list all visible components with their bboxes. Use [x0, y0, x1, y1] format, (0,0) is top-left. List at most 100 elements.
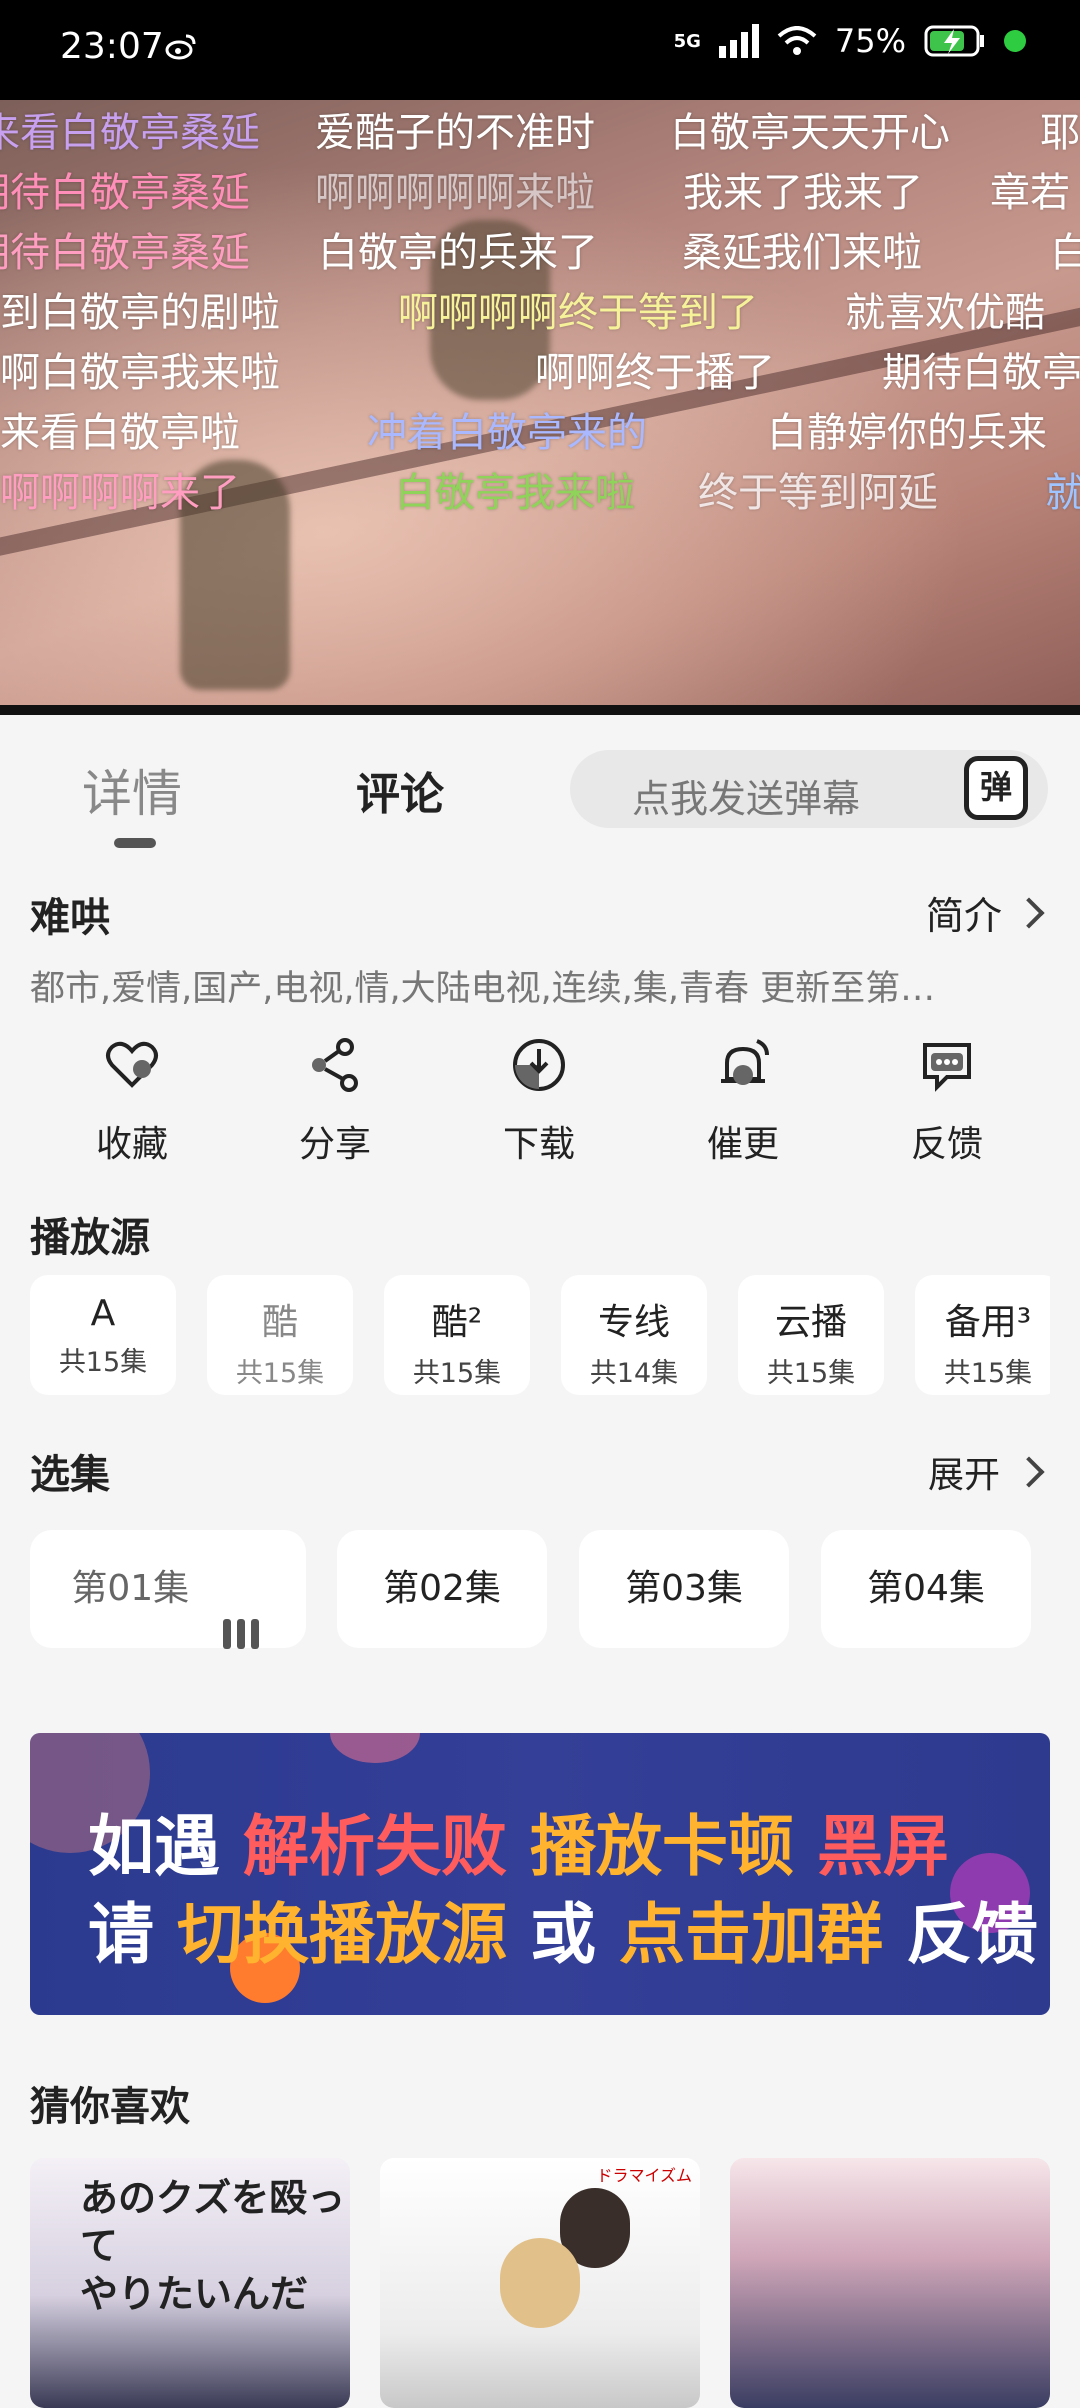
indicator-dot — [1004, 30, 1026, 52]
recommend-poster[interactable]: ドラマイズム — [380, 2158, 700, 2408]
danmaku-item: 啊啊终于播了 — [535, 350, 775, 396]
danmaku-input[interactable]: 点我发送弹幕 弹 — [570, 750, 1048, 828]
danmaku-item: 期待白敬亭 — [882, 350, 1080, 396]
expand-label: 展开 — [927, 1455, 1000, 1496]
urge-update-button[interactable]: 催更 — [678, 1035, 808, 1167]
danmaku-item: 啊啊啊啊终于等到了 — [398, 290, 758, 336]
favorite-button[interactable]: 收藏 — [67, 1035, 197, 1167]
status-bar: 23:07 5G 75% — [0, 0, 1080, 100]
danmaku-item: 白敬亭我来啦 — [395, 470, 635, 516]
action-label: 催更 — [706, 1124, 779, 1165]
sources-title: 播放源 — [30, 1215, 150, 1261]
heart-icon — [106, 1041, 158, 1088]
show-tags: 都市,爱情,国产,电视,情,大陆电视,连续,集,青春 更新至第… — [30, 969, 936, 1009]
battery-charging-icon — [924, 25, 984, 57]
banner-text: 反馈 — [905, 1896, 1038, 1973]
poster-figure — [500, 2238, 580, 2328]
show-title: 难哄 — [30, 895, 110, 941]
expand-button[interactable]: 展开 — [927, 1446, 1045, 1498]
source-list[interactable]: A 共15集 酷 共15集 酷² 共15集 专线 共14集 云播 共15集 备用… — [30, 1275, 1050, 1397]
poster-title-line: やりたいんだ — [80, 2272, 309, 2316]
chevron-right-icon — [1013, 896, 1045, 929]
source-name: 专线 — [597, 1302, 670, 1343]
source-item[interactable]: A 共15集 — [30, 1275, 176, 1395]
intro-button[interactable]: 简介 — [925, 885, 1045, 940]
feedback-button[interactable]: 反馈 — [882, 1035, 1012, 1167]
source-count: 共15集 — [235, 1358, 325, 1389]
source-item[interactable]: 酷 共15集 — [207, 1275, 353, 1395]
battery-percent: 75% — [834, 22, 906, 60]
status-time: 23:07 — [60, 26, 164, 67]
source-item[interactable]: 云播 共15集 — [738, 1275, 884, 1395]
tab-comment[interactable]: 评论 — [356, 758, 444, 822]
action-bar: 收藏 分享 下载 催更 反馈 — [0, 1035, 1080, 1165]
intro-label: 简介 — [925, 894, 1002, 938]
source-count: 共14集 — [589, 1358, 679, 1389]
feedback-icon — [923, 1043, 971, 1092]
danmaku-item: 白敬亭天天开心 — [670, 110, 950, 156]
danmaku-item: 看到白敬亭的剧啦 — [0, 290, 280, 336]
action-label: 收藏 — [95, 1124, 168, 1165]
wifi-icon — [777, 26, 817, 55]
download-button[interactable]: 下载 — [474, 1035, 604, 1167]
banner-text: 解析失败 — [242, 1808, 507, 1885]
source-count: 共15集 — [766, 1358, 856, 1389]
banner-text: 播放卡顿 — [529, 1808, 794, 1885]
share-button[interactable]: 分享 — [270, 1035, 400, 1167]
banner-line-1: 如遇 解析失败 播放卡顿 黑屏 — [88, 1793, 949, 1889]
danmaku-item: 我来了我来了 — [683, 170, 923, 216]
episode-item-current[interactable]: 第01集 — [30, 1530, 306, 1649]
danmaku-item: 期待白敬亭桑延 — [0, 170, 250, 216]
danmaku-item: 啊啊白敬亭我来啦 — [0, 350, 280, 396]
episode-item[interactable]: 第03集 — [579, 1530, 789, 1648]
banner-text: 或 — [529, 1896, 596, 1973]
source-item[interactable]: 备用³ 共15集 — [915, 1275, 1050, 1395]
recommend-title: 猜你喜欢 — [30, 2084, 190, 2130]
episode-label: 第01集 — [71, 1568, 190, 1609]
danmaku-item: 冲着白敬亭来的 — [367, 410, 647, 456]
detail-tabs: 详情 评论 点我发送弹幕 弹 — [0, 730, 1080, 850]
danmaku-item: 白敬亭的兵来了 — [318, 230, 598, 276]
poster-title: あのクズを殴って やりたいんだ — [80, 2174, 350, 2318]
feedback-banner[interactable]: 如遇 解析失败 播放卡顿 黑屏 请 切换播放源 或 点击加群 反馈 — [30, 1733, 1050, 2015]
danmaku-item: 终于等到阿延 — [698, 470, 938, 516]
episodes-title: 选集 — [30, 1452, 110, 1498]
source-item[interactable]: 专线 共14集 — [561, 1275, 707, 1395]
danmaku-placeholder: 点我发送弹幕 — [632, 777, 861, 821]
source-name: A — [90, 1293, 116, 1334]
banner-text: 点击加群 — [618, 1896, 883, 1973]
weibo-icon — [165, 34, 196, 60]
bell-icon — [721, 1039, 769, 1085]
danmaku-item: 来看白敬亭桑延 — [0, 110, 260, 156]
source-name: 备用³ — [944, 1302, 1032, 1343]
tab-indicator — [114, 838, 156, 848]
action-label: 反馈 — [910, 1124, 983, 1165]
danmaku-item: 期待白敬亭桑延 — [0, 230, 250, 276]
banner-line-2: 请 切换播放源 或 点击加群 反馈 — [88, 1881, 1038, 1977]
download-icon — [513, 1039, 565, 1091]
banner-text: 切换播放源 — [176, 1896, 507, 1973]
chevron-right-icon — [1013, 1456, 1045, 1488]
video-player[interactable]: 来看白敬亭桑延 爱酷子的不准时 白敬亭天天开心 耶 期待白敬亭桑延 啊啊啊啊啊来… — [0, 100, 1080, 715]
danmaku-item: 爱酷子的不准时 — [315, 110, 595, 156]
danmaku-item: 就喜欢优酷 — [845, 290, 1045, 336]
danmaku-toggle-button[interactable]: 弹 — [964, 756, 1028, 820]
danmaku-item: 章若 — [990, 170, 1070, 216]
source-name: 酷² — [431, 1302, 483, 1343]
share-icon — [312, 1038, 358, 1092]
banner-decoration — [330, 1733, 420, 1763]
action-label: 分享 — [298, 1124, 371, 1165]
banner-text: 请 — [88, 1896, 154, 1973]
danmaku-item: 来看白敬亭啦 — [0, 410, 240, 456]
recommend-poster[interactable]: あのクズを殴って やりたいんだ — [30, 2158, 350, 2408]
source-count: 共15集 — [412, 1358, 502, 1389]
recommend-poster[interactable] — [730, 2158, 1050, 2408]
episode-item[interactable]: 第02集 — [337, 1530, 547, 1648]
progress-track[interactable] — [0, 705, 1080, 715]
playing-icon — [222, 1531, 265, 1649]
danmaku-item: 啊啊啊啊啊来了 — [0, 470, 240, 516]
show-header: 难哄 简介 — [30, 885, 1045, 943]
source-item[interactable]: 酷² 共15集 — [384, 1275, 530, 1395]
tab-detail[interactable]: 详情 — [82, 754, 182, 826]
episode-item[interactable]: 第04集 — [821, 1530, 1031, 1648]
